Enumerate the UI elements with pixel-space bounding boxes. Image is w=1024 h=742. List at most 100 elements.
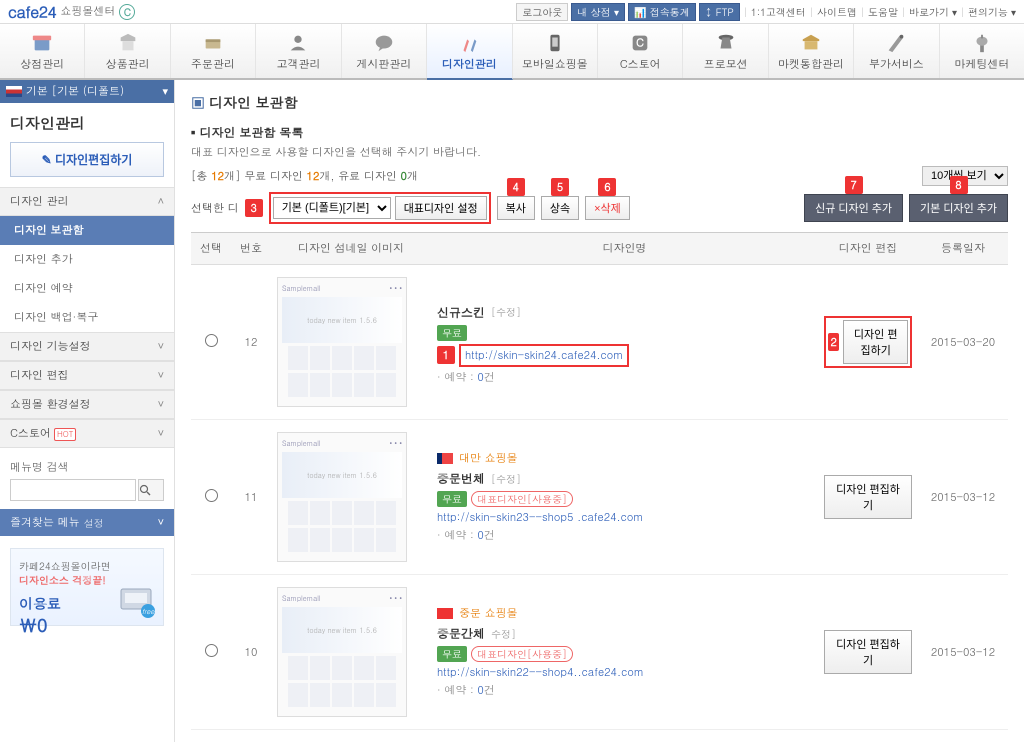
side-menu-design: 디자인 보관함 디자인 추가 디자인 예약 디자인 백업·복구 <box>0 216 174 332</box>
badge-7: 7 <box>845 176 863 194</box>
copy-button[interactable]: 복사 <box>497 196 535 220</box>
row-num: 10 <box>231 575 271 730</box>
nav-cstore[interactable]: CC스토어 <box>598 24 683 78</box>
badge-5: 5 <box>551 178 569 196</box>
nav-product[interactable]: 상품관리 <box>85 24 170 78</box>
top-link-shortcut[interactable]: 바로가기 <box>909 5 949 19</box>
nav-marketing[interactable]: 마케팅센터 <box>940 24 1024 78</box>
badge-4: 4 <box>507 178 525 196</box>
new-design-button[interactable]: 신규 디자인 추가 <box>804 194 903 222</box>
nav-addon[interactable]: 부가서비스 <box>854 24 939 78</box>
topbar: cafe24 쇼핑몰센터 C 로그아웃 내 상점 ▾ 📊 접속통계 ↕ FTP … <box>0 0 1024 24</box>
design-url[interactable]: http://skin-skin22--shop4..cafe24.com <box>437 665 644 680</box>
free-badge: 무료 <box>437 646 467 662</box>
stats-button[interactable]: 📊 접속통계 <box>628 3 696 21</box>
rep-badge: 대표디자인[사용중] <box>471 646 573 662</box>
flag-cn-icon <box>437 608 453 619</box>
design-url[interactable]: http://skin-skin23--shop5 .cafe24.com <box>437 510 643 525</box>
sub-desc: 대표 디자인으로 사용할 디자인을 선택해 주시기 바랍니다. <box>191 145 1008 160</box>
inherit-button[interactable]: 상속 <box>541 196 579 220</box>
sub-title: ▪ 디자인 보관함 목록 <box>191 124 1008 141</box>
side-sec-cstore[interactable]: C스토어HOT˅ <box>0 419 174 448</box>
th-num: 번호 <box>231 233 271 265</box>
row-date: 2015-03-20 <box>918 265 1008 420</box>
set-rep-button[interactable]: 대표디자인 설정 <box>395 196 487 220</box>
row-radio[interactable] <box>205 644 218 657</box>
nav-store[interactable]: 상점관리 <box>0 24 85 78</box>
row-date: 2015-03-12 <box>918 420 1008 575</box>
th-select: 선택 <box>191 233 231 265</box>
top-link-help[interactable]: 도움말 <box>868 5 898 19</box>
nav-market[interactable]: 마켓통합관리 <box>769 24 854 78</box>
sidebar-heading: 디자인관리 <box>0 103 174 142</box>
sidebar-store-selector[interactable]: 기본 [기본 (디폴트) ▾ <box>0 80 174 103</box>
design-table: 선택 번호 디자인 섬네일 이미지 디자인명 디자인 편집 등록일자 12 Sa… <box>191 232 1008 730</box>
content: ▣디자인 보관함 ▪ 디자인 보관함 목록 대표 디자인으로 사용할 디자인을 … <box>175 80 1024 742</box>
top-link-cs[interactable]: 1:1고객센터 <box>751 5 806 19</box>
sidebar-item-archive[interactable]: 디자인 보관함 <box>0 216 174 245</box>
th-date: 등록일자 <box>918 233 1008 265</box>
reserve-text: · 예약 : 0건 <box>437 370 812 385</box>
nav-mobile[interactable]: 모바일쇼핑몰 <box>513 24 598 78</box>
th-edit: 디자인 편집 <box>818 233 918 265</box>
row-radio[interactable] <box>205 334 218 347</box>
page-title: ▣디자인 보관함 <box>191 92 1008 120</box>
top-link-sitemap[interactable]: 사이트맵 <box>817 5 857 19</box>
row-num: 11 <box>231 420 271 575</box>
logout-button[interactable]: 로그아웃 <box>516 3 568 21</box>
side-sec-design-mgmt[interactable]: 디자인 관리˄ <box>0 187 174 216</box>
nav-customer[interactable]: 고객관리 <box>256 24 341 78</box>
side-sec-env[interactable]: 쇼핑몰 환경설정˅ <box>0 390 174 419</box>
logo-brand: cafe24 <box>8 0 56 23</box>
sidebar-ad[interactable]: 카페24쇼핑몰이라면 디자인소스 걱정끝! 이용료￦0 free <box>10 548 164 626</box>
side-sec-edit[interactable]: 디자인 편집˅ <box>0 361 174 390</box>
redbox-default: 기본 (디폴트)[기본] 대표디자인 설정 <box>269 192 491 224</box>
svg-text:C: C <box>636 36 644 51</box>
nav-design[interactable]: 디자인관리 <box>427 24 512 80</box>
row-edit-button[interactable]: 디자인 편집하기 <box>824 630 912 674</box>
design-name: 중문번체 <box>437 470 485 487</box>
nav-promo[interactable]: 프로모션 <box>683 24 768 78</box>
selected-label: 선택한 디 <box>191 201 239 216</box>
reserve-text: · 예약 : 0건 <box>437 683 812 698</box>
row-edit-button[interactable]: 디자인 편집하기 <box>824 475 912 519</box>
design-name: 중문간체 <box>437 625 485 642</box>
badge-6: 6 <box>598 178 616 196</box>
badge-8: 8 <box>950 176 968 194</box>
flag-tw-icon <box>437 453 453 464</box>
design-edit-button[interactable]: ✎ 디자인편집하기 <box>10 142 164 177</box>
rep-badge: 대표디자인[사용중] <box>471 491 573 507</box>
row-edit-button[interactable]: 디자인 편집하기 <box>843 320 908 364</box>
menu-search-input[interactable] <box>10 479 136 501</box>
row-num: 12 <box>231 265 271 420</box>
delete-button[interactable]: ×삭제 <box>585 196 630 220</box>
table-row: 11 Samplemall• • • today new item 1.5.6 … <box>191 420 1008 575</box>
logo-sub: 쇼핑몰센터 <box>60 4 115 19</box>
mystore-button[interactable]: 내 상점 ▾ <box>571 3 625 21</box>
thumb-icon: Samplemall• • • today new item 1.5.6 <box>277 277 407 407</box>
row-date: 2015-03-12 <box>918 575 1008 730</box>
design-url[interactable]: http://skin-skin24.cafe24.com <box>459 344 629 367</box>
nav-board[interactable]: 게시판관리 <box>342 24 427 78</box>
count-text: [총 12개] 무료 디자인 12개, 유료 디자인 0개 <box>191 169 418 184</box>
row-radio[interactable] <box>205 489 218 502</box>
default-design-select[interactable]: 기본 (디폴트)[기본] <box>273 197 391 219</box>
svg-text:free: free <box>142 606 156 616</box>
ftp-button[interactable]: ↕ FTP <box>699 3 740 21</box>
sidebar-item-backup[interactable]: 디자인 백업·복구 <box>0 303 174 332</box>
th-name: 디자인명 <box>431 233 818 265</box>
logo-c-icon: C <box>119 4 135 20</box>
action-row: 선택한 디 3 기본 (디폴트)[기본] 대표디자인 설정 4 복사 5 상속 … <box>191 192 1008 224</box>
sidebar-item-reserve[interactable]: 디자인 예약 <box>0 274 174 303</box>
menu-search-button[interactable] <box>138 479 164 501</box>
base-design-button[interactable]: 기본 디자인 추가 <box>909 194 1008 222</box>
sidebar-item-add[interactable]: 디자인 추가 <box>0 245 174 274</box>
main-nav: 상점관리 상품관리 주문관리 고객관리 게시판관리 디자인관리 모바일쇼핑몰 C… <box>0 24 1024 80</box>
side-sec-feature[interactable]: 디자인 기능설정˅ <box>0 332 174 361</box>
thumb-icon: Samplemall• • • today new item 1.5.6 <box>277 587 407 717</box>
favorite-menu[interactable]: 즐겨찾는 메뉴 설정 ˅ <box>0 509 174 536</box>
menu-search-label: 메뉴명 검색 <box>0 454 174 479</box>
top-link-util[interactable]: 편의기능 <box>968 5 1008 19</box>
nav-order[interactable]: 주문관리 <box>171 24 256 78</box>
table-row: 10 Samplemall• • • today new item 1.5.6 … <box>191 575 1008 730</box>
